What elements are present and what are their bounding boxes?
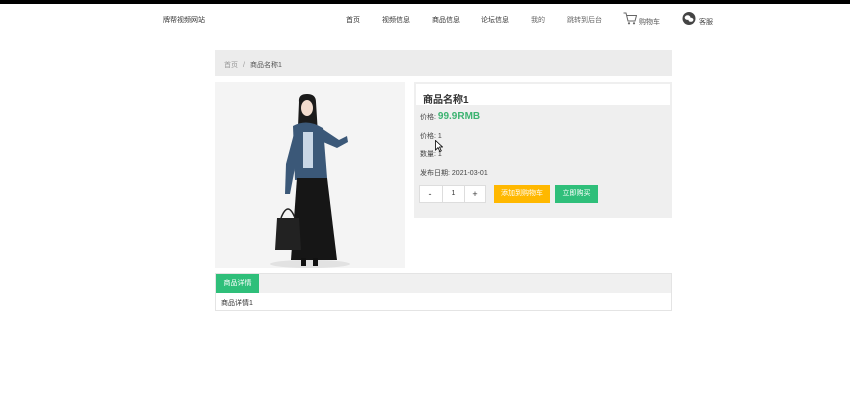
quantity-input[interactable]: 1 (442, 186, 465, 202)
rating-label: 价格: (420, 133, 436, 140)
nav-home[interactable]: 首页 (346, 15, 360, 25)
add-to-cart-button[interactable]: 添加到购物车 (494, 185, 550, 203)
stock-value: 1 (437, 151, 442, 158)
quantity-stepper: - 1 + (419, 185, 486, 203)
nav-products[interactable]: 商品信息 (432, 15, 460, 25)
breadcrumb-separator: / (243, 62, 245, 69)
product-details-section: 商品详情 商品详情1 (215, 273, 672, 311)
nav-admin[interactable]: 跳转到后台 (567, 15, 602, 25)
product-title-box: 商品名称1 (416, 84, 670, 106)
buy-now-button[interactable]: 立即购买 (555, 185, 598, 203)
cart-link[interactable]: 购物车 (639, 17, 660, 27)
price-value: 99.9RMB (437, 111, 481, 122)
breadcrumb: 首页 / 商品名称1 (215, 50, 672, 76)
date-row: 发布日期: 2021-03-01 (420, 168, 488, 178)
product-info-panel: 商品名称1 价格: 99.9RMB 价格: 1 数量: 1 发布日期: 2021… (414, 82, 672, 218)
date-value: 2021-03-01 (451, 170, 488, 177)
quantity-minus-button[interactable]: - (420, 186, 440, 202)
breadcrumb-current: 商品名称1 (249, 62, 282, 69)
cart-icon[interactable] (623, 12, 637, 25)
product-details-content: 商品详情1 (221, 300, 253, 307)
mouse-cursor-icon (435, 140, 443, 152)
date-label: 发布日期: (420, 170, 450, 177)
wechat-service-icon[interactable] (682, 12, 697, 25)
stock-label: 数量: (420, 151, 436, 158)
breadcrumb-home[interactable]: 首页 (224, 62, 238, 69)
tab-product-details[interactable]: 商品详情 (216, 274, 259, 293)
nav-mine[interactable]: 我的 (531, 15, 545, 25)
site-header: 牌帮视频网站 首页 视频信息 商品信息 论坛信息 我的 跳转到后台 购物车 客服 (0, 4, 850, 38)
price-label: 价格: (420, 114, 436, 121)
nav-forum[interactable]: 论坛信息 (481, 15, 509, 25)
details-tab-bar: 商品详情 (216, 274, 671, 293)
product-title: 商品名称1 (423, 95, 469, 106)
site-name[interactable]: 牌帮视频网站 (163, 15, 205, 25)
product-photo-figure (215, 82, 405, 268)
rating-value: 1 (437, 133, 442, 140)
quantity-plus-button[interactable]: + (465, 186, 485, 202)
price-row: 价格: 99.9RMB (420, 111, 480, 122)
service-link[interactable]: 客服 (699, 17, 713, 27)
nav-videos[interactable]: 视频信息 (382, 15, 410, 25)
product-image (215, 82, 405, 268)
